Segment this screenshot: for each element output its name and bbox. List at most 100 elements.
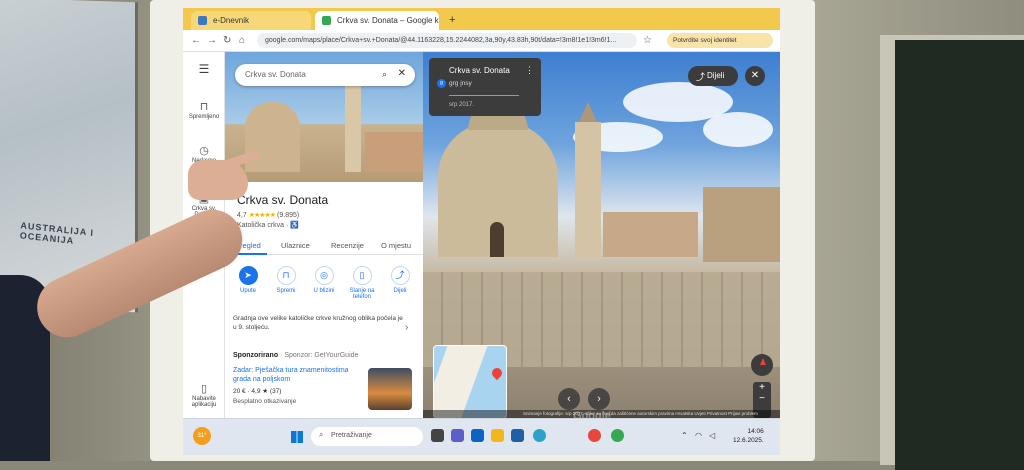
volume-icon[interactable]: ◁ — [709, 431, 715, 440]
street-view-share-button[interactable]: ⤴ Dijeli — [688, 66, 738, 86]
save-button[interactable]: ⊓ Spremi — [269, 266, 303, 294]
ad-price: 20 € · 4,9 ★ (37) — [233, 388, 282, 395]
rail-item-label: Spremljeno — [188, 114, 220, 120]
rating-value: 4,7 — [237, 212, 247, 219]
rating-stars: ★★★★★ — [248, 212, 276, 219]
weather-widget[interactable]: 31° — [193, 427, 211, 445]
edge-icon[interactable] — [533, 429, 546, 442]
sv-card-date[interactable]: srp 2017. — [449, 102, 474, 108]
menu-icon[interactable]: ☰ — [183, 62, 225, 76]
teams-icon[interactable] — [451, 429, 464, 442]
directions-icon: ➤ — [238, 266, 258, 285]
share-button[interactable]: ⤴ Dijeli — [383, 266, 417, 294]
bookmark-star-icon[interactable]: ☆ — [643, 35, 652, 46]
rail-item-saved[interactable]: ⊓ Spremljeno — [183, 100, 225, 120]
search-icon: ⌕ — [319, 430, 324, 439]
tab-label: Crkva sv. Donata – Google kar — [337, 16, 439, 25]
search-input[interactable]: Crkva sv. Donata — [245, 70, 306, 79]
minimap[interactable] — [433, 345, 507, 418]
church-building — [438, 100, 558, 257]
google-maps-favicon-icon — [322, 16, 331, 25]
street-view-info-card: Crkva sv. Donata ⋮ g grg jnsy srp 2017. — [429, 58, 541, 116]
tab-reviews[interactable]: Recenzije — [331, 241, 364, 250]
rail-item-get-app[interactable]: ▯ Nabavite aplikaciju — [183, 382, 225, 408]
e-dnevnik-favicon-icon — [198, 16, 207, 25]
share-icon: ⤴ — [696, 72, 706, 82]
building — [603, 212, 698, 257]
share-icon: ⤴ — [390, 266, 410, 285]
chrome-profile-icon[interactable] — [611, 429, 624, 442]
chevron-right-icon[interactable]: › — [405, 322, 408, 333]
compass-icon[interactable] — [751, 354, 773, 376]
task-view-icon[interactable] — [431, 429, 444, 442]
divider — [449, 95, 519, 96]
outlook-icon[interactable] — [471, 429, 484, 442]
projected-browser-window: e-Dnevnik Crkva sv. Donata – Google kar … — [183, 8, 780, 455]
arrow-right-icon[interactable]: › — [588, 388, 610, 410]
store-icon[interactable] — [511, 429, 524, 442]
directions-button[interactable]: ➤ Upute — [231, 266, 265, 294]
clear-search-icon[interactable]: ✕ — [398, 68, 406, 79]
address-bar[interactable]: google.com/maps/place/Crkva+sv.+Donata/@… — [257, 33, 637, 48]
place-details-panel: Crkva sv. Donata ⌕ ✕ Crkva sv. Donata 4,… — [225, 52, 423, 418]
sponsored-label: Sponzorirano — [233, 352, 279, 359]
avatar: g — [437, 79, 446, 88]
home-icon[interactable]: ⌂ — [239, 35, 245, 46]
action-label: Slanje na telefon — [349, 288, 375, 300]
history-icon: ◷ — [199, 145, 209, 157]
clock-date: 12.6.2025. — [733, 437, 764, 444]
zoom-out-button[interactable]: − — [753, 393, 771, 404]
taskbar-search-placeholder: Pretraživanje — [331, 432, 372, 439]
browser-address-row: ← → ↻ ⌂ google.com/maps/place/Crkva+sv.+… — [183, 30, 780, 52]
bookmark-icon: ⊓ — [199, 101, 209, 113]
windows-taskbar: 31° ⌕ Pretraživanje ⌃ ◠ ◁ 14:06 12.6.202… — [183, 418, 780, 455]
action-label: Dijeli — [393, 288, 407, 294]
more-vert-icon[interactable]: ⋮ — [525, 65, 534, 76]
nearby-icon: ◎ — [314, 266, 334, 285]
back-icon[interactable]: ← — [191, 35, 201, 46]
ad-title-link[interactable]: Zadar: Pješačka tura znamenitostima grad… — [233, 366, 358, 384]
arrow-left-icon[interactable]: ‹ — [558, 388, 580, 410]
nearby-button[interactable]: ◎ U blizini — [307, 266, 341, 294]
close-street-view-button[interactable]: ✕ — [745, 66, 765, 86]
taskbar-search[interactable]: ⌕ Pretraživanje — [311, 427, 423, 446]
place-rating[interactable]: 4,7 ★★★★★ (9.895) — [237, 211, 299, 219]
ad-thumbnail[interactable] — [368, 368, 412, 410]
wifi-icon[interactable]: ◠ — [695, 431, 702, 440]
map-pin-icon — [489, 365, 505, 381]
reload-icon[interactable]: ↻ — [223, 35, 231, 46]
place-title: Crkva sv. Donata — [237, 193, 329, 207]
tab-label: e-Dnevnik — [213, 16, 250, 25]
bookmark-icon: ⊓ — [276, 266, 296, 285]
action-label: U blizini — [313, 288, 335, 294]
chrome-icon[interactable] — [588, 429, 601, 442]
action-label: Upute — [239, 288, 256, 294]
sv-card-title: Crkva sv. Donata — [449, 66, 510, 75]
browser-tab-edneveik[interactable]: e-Dnevnik — [191, 11, 311, 30]
file-explorer-icon[interactable] — [491, 429, 504, 442]
zoom-in-button[interactable]: + — [753, 382, 771, 393]
new-tab-button[interactable]: + — [443, 9, 465, 28]
action-label: Spremi — [276, 288, 296, 294]
search-icon[interactable]: ⌕ — [382, 69, 387, 80]
rating-count: (9.895) — [277, 212, 300, 219]
send-to-phone-button[interactable]: ▯ Slanje na telefon — [345, 266, 379, 300]
profile-verify-button[interactable]: Potvrdite svoj identitet — [667, 33, 773, 48]
chevron-up-icon[interactable]: ⌃ — [681, 431, 688, 440]
windows-start-icon[interactable] — [291, 431, 303, 443]
street-view-pane[interactable]: Crkva sv. Donata ⋮ g grg jnsy srp 2017. … — [423, 52, 780, 418]
street-view-footer: Snimanje fotografije: srp 2017. Slike su… — [423, 410, 780, 418]
sv-card-user[interactable]: grg jnsy — [449, 80, 472, 87]
browser-tab-maps[interactable]: Crkva sv. Donata – Google kar — [315, 11, 439, 30]
sponsored-heading: Sponzorirano · Sponzor: GetYourGuide — [233, 352, 358, 359]
place-description[interactable]: Gradnja ove velike katoličke crkve kružn… — [233, 314, 408, 332]
tab-about[interactable]: O mjestu — [381, 241, 411, 250]
maps-search-box[interactable]: Crkva sv. Donata ⌕ ✕ — [235, 64, 415, 86]
forward-icon[interactable]: → — [207, 35, 217, 46]
place-category: Katolička crkva · ♿ — [237, 222, 300, 229]
browser-tab-bar: e-Dnevnik Crkva sv. Donata – Google kar … — [183, 8, 780, 30]
tab-tickets[interactable]: Ulaznice — [281, 241, 310, 250]
bell-tower — [575, 102, 601, 257]
send-to-phone-icon: ▯ — [352, 266, 372, 285]
taskbar-clock[interactable]: 14:06 12.6.2025. — [733, 427, 764, 445]
